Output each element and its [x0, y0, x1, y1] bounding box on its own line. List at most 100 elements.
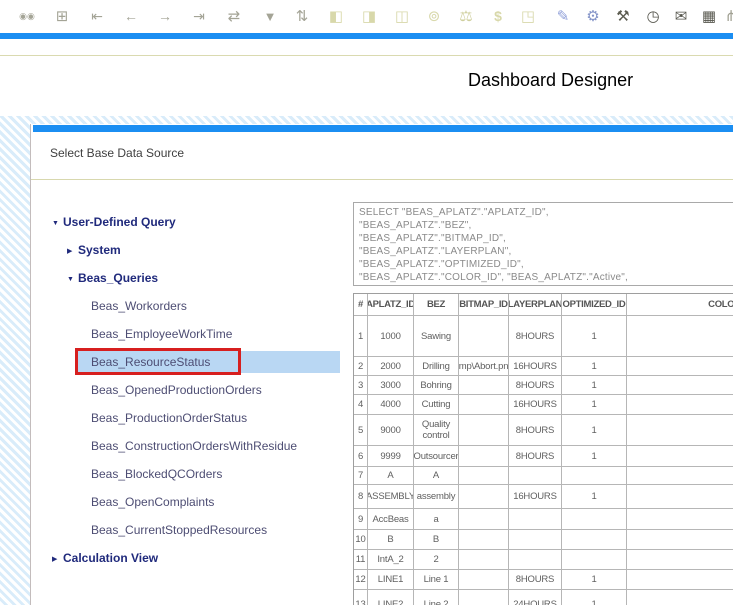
filter-icon[interactable]: ▼ [257, 4, 283, 29]
grid-cell: 2000 [368, 357, 414, 376]
grid-row[interactable]: 11IntA_22 [354, 550, 733, 570]
message-alert-icon[interactable]: ✉ [668, 4, 694, 29]
collapse-arrow-icon[interactable]: ▼ [67, 266, 78, 294]
grid-column-header: COLOR_ID [627, 294, 733, 316]
tree-item-label: Beas_EmployeeWorkTime [91, 327, 232, 341]
preview-grid: #APLATZ_IDBEZBITMAP_IDLAYERPLANOPTIMIZED… [353, 293, 733, 605]
grid-cell: assembly [414, 485, 459, 509]
refresh-icon[interactable]: ⇄ [221, 4, 247, 29]
grid-row[interactable]: 11000Sawing8HOURS1 [354, 316, 733, 357]
grid-cell: IntA_2 [368, 550, 414, 570]
grid-cell [509, 530, 562, 550]
first-record-icon[interactable]: ⇤ [84, 4, 110, 29]
grid-cell: 1 [562, 446, 627, 467]
tree-item-beas-productionorderstatus[interactable]: Beas_ProductionOrderStatus [31, 404, 353, 432]
grid-cell: 4000 [368, 395, 414, 415]
copy-from-icon[interactable]: ◧ [323, 4, 349, 29]
grid-row[interactable]: 69999Outsourcer8HOURS1 [354, 446, 733, 467]
grid-cell: LINE1 [368, 570, 414, 590]
grid-cell: 1 [562, 570, 627, 590]
grid-cell: 1000 [368, 316, 414, 357]
grid-row[interactable]: 9AccBeasa [354, 509, 733, 530]
tree-item-beas-blockedqcorders[interactable]: Beas_BlockedQCOrders [31, 460, 353, 488]
last-record-icon[interactable]: ⇥ [186, 4, 212, 29]
tree-item-beas-opencomplaints[interactable]: Beas_OpenComplaints [31, 488, 353, 516]
grid-cell: 8HOURS [509, 415, 562, 446]
grid-cell [627, 467, 733, 485]
grid-cell: 9999 [368, 446, 414, 467]
next-record-icon[interactable]: → [152, 4, 178, 29]
tree-item-beas-constructionorderswithresidue[interactable]: Beas_ConstructionOrdersWithResidue [31, 432, 353, 460]
copy-to-icon[interactable]: ◨ [356, 4, 382, 29]
org-structure-icon[interactable]: ⋔ [718, 4, 733, 29]
grid-row[interactable]: 33000Bohring8HOURS1 [354, 376, 733, 395]
add-record-icon[interactable]: ⊞ [49, 4, 75, 29]
grid-row[interactable]: 12LINE1Line 18HOURS1 [354, 570, 733, 590]
tree-item-system[interactable]: ▶System [31, 236, 353, 264]
select-data-source-panel: Select Base Data Source ▼User-Defined Qu… [30, 124, 733, 605]
tree-item-beas-employeeworktime[interactable]: Beas_EmployeeWorkTime [31, 320, 353, 348]
grid-cell [562, 467, 627, 485]
gross-profit-icon[interactable]: $ [485, 4, 511, 29]
tree-item-label: Beas_OpenedProductionOrders [91, 383, 262, 397]
grid-cell: 3 [354, 376, 368, 395]
grid-row[interactable]: 22000Drillingbmp\Abort.png16HOURS1 [354, 357, 733, 376]
grid-cell: 8 [354, 485, 368, 509]
volume-weight-icon[interactable]: ⚖ [453, 4, 479, 29]
collapse-arrow-icon[interactable]: ▼ [52, 210, 63, 238]
grid-row[interactable]: 8ASSEMBLYassembly16HOURS1 [354, 485, 733, 509]
grid-column-header: # [354, 294, 368, 316]
grid-cell [627, 485, 733, 509]
grid-row[interactable]: 10BB [354, 530, 733, 550]
tree-item-beas-currentstoppedresources[interactable]: Beas_CurrentStoppedResources [31, 516, 353, 544]
grid-cell [459, 395, 509, 415]
tree-item-user-defined-query[interactable]: ▼User-Defined Query [31, 208, 353, 236]
tree-item-label: Beas_OpenComplaints [91, 495, 214, 509]
tree-item-beas-workorders[interactable]: Beas_Workorders [31, 292, 353, 320]
grid-cell [459, 550, 509, 570]
grid-cell [627, 570, 733, 590]
sql-preview-box[interactable]: SELECT "BEAS_APLATZ"."APLATZ_ID","BEAS_A… [353, 202, 733, 286]
grid-cell: 2 [414, 550, 459, 570]
edit-icon[interactable]: ✎ [550, 4, 576, 29]
panel-divider [31, 179, 733, 180]
payment-means-icon[interactable]: ⊚ [421, 4, 447, 29]
grid-cell: 8HOURS [509, 446, 562, 467]
grid-cell: Sawing [414, 316, 459, 357]
tree-item-beas-openedproductionorders[interactable]: Beas_OpenedProductionOrders [31, 376, 353, 404]
find-icon[interactable]: ◉◉ [14, 4, 40, 29]
grid-cell: 12 [354, 570, 368, 590]
grid-cell: 1 [562, 415, 627, 446]
expand-arrow-icon[interactable]: ▶ [52, 546, 63, 574]
grid-row[interactable]: 13LINE2Line 224HOURS1 [354, 590, 733, 605]
grid-cell: 1 [562, 395, 627, 415]
grid-cell [627, 550, 733, 570]
sort-icon[interactable]: ⇅ [289, 4, 315, 29]
panel-accent-bar [33, 125, 733, 132]
panel-heading: Select Base Data Source [50, 146, 184, 160]
grid-cell [459, 590, 509, 605]
expand-arrow-icon[interactable]: ▶ [67, 238, 78, 266]
tree-item-beas-resourcestatus[interactable]: Beas_ResourceStatus [31, 348, 353, 376]
grid-cell: 1 [562, 376, 627, 395]
grid-cell: A [414, 467, 459, 485]
grid-cell [562, 530, 627, 550]
grid-row[interactable]: 7AA [354, 467, 733, 485]
previous-record-icon[interactable]: ← [118, 4, 144, 29]
grid-cell: B [368, 530, 414, 550]
tree-item-beas-queries[interactable]: ▼Beas_Queries [31, 264, 353, 292]
document-settings-icon[interactable]: ⚙ [580, 4, 606, 29]
grid-cell [509, 509, 562, 530]
document-total-icon[interactable]: ◫ [389, 4, 415, 29]
grid-cell: 9 [354, 509, 368, 530]
document-repair-icon[interactable]: ⚒ [610, 4, 636, 29]
base-document-icon[interactable]: ◳ [515, 4, 541, 29]
alert-document-icon[interactable]: ◷ [640, 4, 666, 29]
tree-item-calculation-view[interactable]: ▶Calculation View [31, 544, 353, 572]
sql-line: "BEAS_APLATZ"."LAYERPLAN", [359, 245, 733, 258]
grid-cell: 7 [354, 467, 368, 485]
grid-column-header: APLATZ_ID [368, 294, 414, 316]
grid-row[interactable]: 59000Quality control8HOURS1 [354, 415, 733, 446]
grid-row[interactable]: 44000Cutting16HOURS1 [354, 395, 733, 415]
grid-header-row: #APLATZ_IDBEZBITMAP_IDLAYERPLANOPTIMIZED… [354, 294, 733, 316]
